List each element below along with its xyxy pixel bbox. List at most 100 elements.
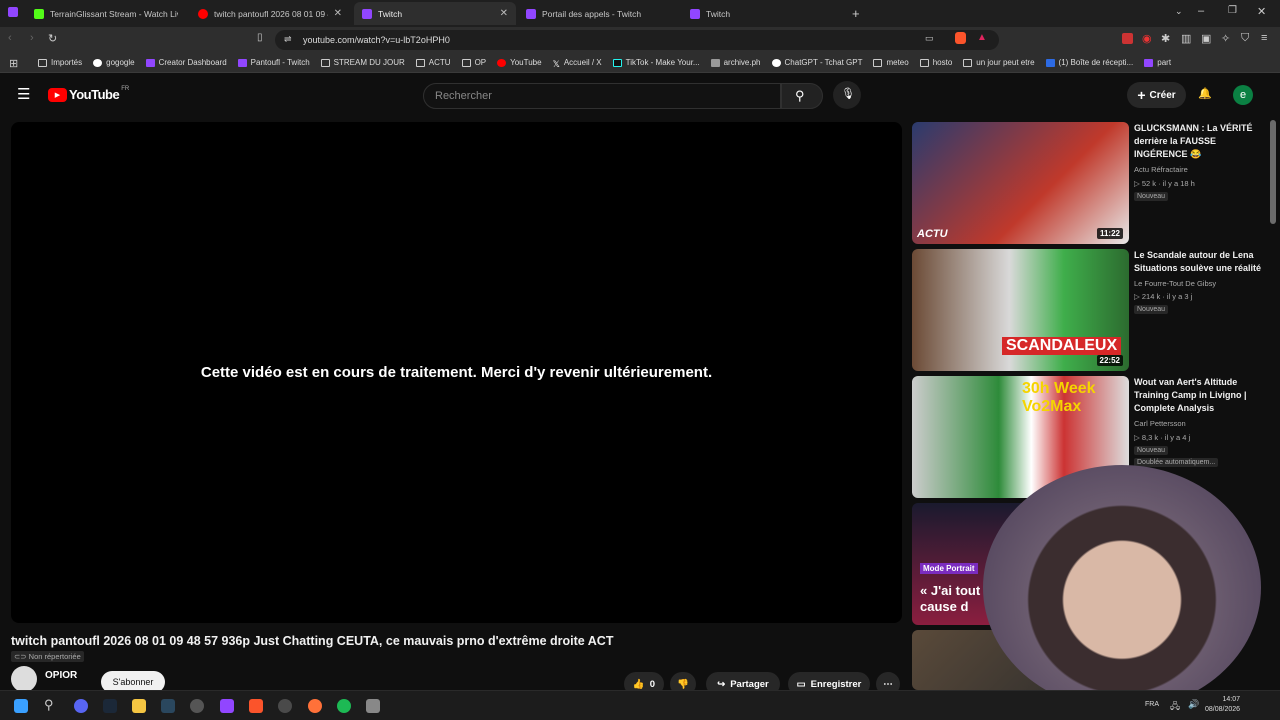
- close-window-icon[interactable]: ✕: [1257, 5, 1266, 18]
- maximize-icon[interactable]: ❐: [1228, 5, 1237, 16]
- visibility-badge: ⊂⊃ Non répertoriée: [11, 651, 84, 662]
- channel-name[interactable]: OPIOR: [45, 670, 77, 681]
- firefox-icon[interactable]: [308, 699, 322, 713]
- wallet-icon[interactable]: ▣: [1201, 32, 1211, 45]
- bookmark-page-icon[interactable]: ▯: [257, 32, 263, 43]
- bookmark-boite[interactable]: (1) Boîte de récepti...: [1045, 58, 1133, 67]
- folder-icon: [415, 58, 425, 67]
- bookmark-x[interactable]: 𝕏 Accueil / X: [553, 58, 602, 69]
- app-icon[interactable]: [278, 699, 292, 713]
- spotify-icon[interactable]: [337, 699, 351, 713]
- account-avatar[interactable]: e: [1233, 85, 1253, 105]
- bookmark-stream-du-jour[interactable]: STREAM DU JOUR: [320, 58, 405, 67]
- tab-list-icon[interactable]: ⌄: [1175, 6, 1183, 17]
- webcam-overlay: [983, 465, 1261, 710]
- bookmark-youtube[interactable]: YouTube: [497, 58, 542, 67]
- search-icon[interactable]: ⚲: [44, 697, 54, 713]
- menu-icon[interactable]: ≡: [1261, 32, 1267, 44]
- twitch-favicon: [526, 8, 536, 19]
- search-input[interactable]: Rechercher: [423, 83, 781, 109]
- bookmark-actu[interactable]: ACTU: [415, 58, 451, 67]
- discord-icon[interactable]: [74, 699, 88, 713]
- create-button[interactable]: + Créer: [1127, 82, 1186, 108]
- bookmark-un-jour[interactable]: un jour peut etre: [963, 58, 1035, 67]
- bookmark-creator-dashboard[interactable]: Creator Dashboard: [145, 58, 227, 67]
- steam-icon[interactable]: [103, 699, 117, 713]
- brave-shield-icon[interactable]: [955, 32, 966, 44]
- network-icon[interactable]: 🖧: [1170, 699, 1180, 715]
- system-clock[interactable]: 14:07 08/08/2026: [1205, 695, 1240, 715]
- record-extension-icon[interactable]: ◉: [1142, 32, 1152, 45]
- extension-icon[interactable]: [1122, 33, 1133, 44]
- folder-icon: [873, 58, 883, 67]
- recommendation-meta: ▷ 52 k · il y a 18 h: [1134, 179, 1195, 188]
- browser-tabstrip: TerrainGlissant Stream - Watch Live o tw…: [0, 0, 1280, 27]
- extensions-icon[interactable]: ✱: [1161, 32, 1170, 45]
- recommendation-meta: ▷ 8,3 k · il y a 4 j: [1134, 433, 1191, 442]
- file-explorer-icon[interactable]: [132, 699, 146, 713]
- microphone-icon: 🎙: [841, 88, 855, 100]
- back-icon[interactable]: ‹: [8, 32, 12, 44]
- tab-portail-appels[interactable]: Portail des appels - Twitch: [518, 2, 680, 25]
- save-icon: ▭: [796, 678, 806, 690]
- bookmark-gogogle[interactable]: gogogle: [93, 58, 135, 67]
- voice-search-button[interactable]: 🎙: [833, 81, 861, 109]
- twitch-icon: [237, 58, 247, 67]
- hamburger-menu-icon[interactable]: ☰: [17, 85, 30, 103]
- sidebar-icon[interactable]: ▥: [1181, 32, 1191, 45]
- youtube-play-icon: ▶: [48, 87, 67, 102]
- close-tab-icon[interactable]: ✕: [334, 8, 342, 19]
- bookmark-hosto[interactable]: hosto: [919, 58, 952, 67]
- cast-icon[interactable]: ▭: [925, 33, 934, 44]
- search-button[interactable]: ⚲: [781, 83, 823, 109]
- bookmark-part[interactable]: part: [1144, 58, 1171, 67]
- video-thumbnail[interactable]: SCANDALEUX 22:52: [912, 249, 1129, 371]
- obs-icon[interactable]: [190, 699, 204, 713]
- page-scrollbar[interactable]: [1270, 120, 1276, 224]
- channel-avatar[interactable]: [11, 666, 37, 692]
- bookmark-meteo[interactable]: meteo: [873, 58, 909, 67]
- url-field[interactable]: ⇌ youtube.com/watch?v=u-lbT2oHPH0 ▭ ▲: [275, 30, 999, 50]
- recommendation-title: Wout van Aert's Altitude Training Camp i…: [1134, 377, 1247, 413]
- recommendation-channel: Le Fourre-Tout De Gibsy: [1134, 279, 1217, 288]
- minimize-icon[interactable]: –: [1198, 5, 1204, 17]
- tab-terrainglissant[interactable]: TerrainGlissant Stream - Watch Live o: [26, 2, 186, 25]
- bookmark-op[interactable]: OP: [461, 58, 486, 67]
- bookmark-tiktok[interactable]: TikTok - Make Your...: [612, 58, 700, 67]
- video-player[interactable]: Cette vidéo est en cours de traitement. …: [11, 122, 902, 623]
- youtube-masthead: ☰ ▶ YouTube FR Rechercher ⚲ 🎙 + Créer 🔔 e: [0, 73, 1280, 117]
- new-tab-icon[interactable]: +: [852, 6, 860, 21]
- views-icon: ▷: [1134, 179, 1142, 188]
- brave-rewards-icon[interactable]: ▲: [977, 32, 987, 43]
- bookmark-importes[interactable]: Importés: [38, 58, 82, 67]
- twitch-app-icon[interactable]: [220, 699, 234, 713]
- leo-ai-icon[interactable]: ✧: [1221, 32, 1230, 45]
- tab-twitch[interactable]: Twitch: [682, 2, 844, 25]
- bookmark-pantoufl-twitch[interactable]: Pantoufl - Twitch: [237, 58, 310, 67]
- bookmark-chatgpt[interactable]: ChatGPT - Tchat GPT: [771, 58, 862, 67]
- video-thumbnail[interactable]: ACTU 11:22: [912, 122, 1129, 244]
- close-tab-icon[interactable]: ✕: [500, 8, 508, 19]
- youtube-logo[interactable]: ▶ YouTube FR: [48, 86, 129, 102]
- steam-app-icon[interactable]: [161, 699, 175, 713]
- language-indicator[interactable]: FRA: [1145, 701, 1159, 708]
- browser-menu-icon[interactable]: [8, 7, 18, 17]
- reload-icon[interactable]: ↻: [48, 32, 57, 45]
- tab-twitch-active[interactable]: Twitch ✕: [354, 2, 516, 25]
- notifications-bell-icon[interactable]: 🔔: [1198, 87, 1212, 100]
- settings-icon[interactable]: [366, 699, 380, 713]
- chatgpt-icon: [771, 58, 781, 67]
- windows-start-icon[interactable]: [14, 699, 28, 713]
- recommendation-item[interactable]: SCANDALEUX 22:52 Le Scandale autour de L…: [912, 249, 1272, 371]
- volume-icon[interactable]: 🔊: [1188, 699, 1199, 710]
- recommendation-item[interactable]: ACTU 11:22 GLUCKSMANN : La VÉRITÉ derriè…: [912, 122, 1272, 244]
- apps-grid-icon[interactable]: ⊞: [9, 57, 18, 70]
- search-icon: ⚲: [795, 88, 805, 103]
- recommendation-channel: Actu Réfractaire: [1134, 165, 1188, 174]
- vpn-icon[interactable]: ⛉: [1241, 32, 1249, 45]
- tab-youtube-video[interactable]: twitch pantoufl 2026 08 01 09 48 ✕: [190, 2, 350, 25]
- brave-icon[interactable]: [249, 699, 263, 713]
- bookmark-archive[interactable]: archive.ph: [710, 58, 761, 67]
- site-info-icon[interactable]: ⇌: [284, 34, 292, 45]
- forward-icon[interactable]: ›: [30, 32, 34, 44]
